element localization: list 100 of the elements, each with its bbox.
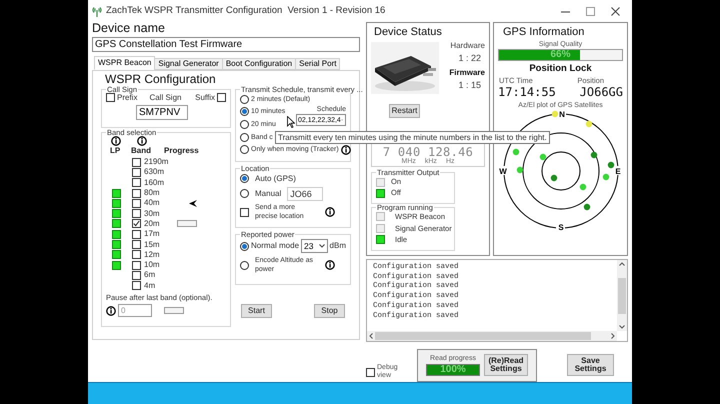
info-icon[interactable]	[137, 136, 147, 146]
band-label: 12m	[143, 250, 161, 259]
scroll-up-icon[interactable]	[619, 262, 625, 266]
band-label: 2190m	[143, 158, 170, 166]
band-checkbox[interactable]	[132, 240, 141, 250]
chevron-icon	[318, 244, 325, 248]
device-name-field[interactable]: GPS Constellation Test Firmware	[92, 36, 360, 52]
option-label: Auto (GPS)	[255, 174, 296, 182]
suffix-label: Suffix	[195, 94, 215, 102]
band-checkbox[interactable]	[132, 270, 141, 280]
band-label: 40m	[143, 199, 161, 208]
position-locator: JO66GG	[580, 86, 623, 98]
band-checkbox[interactable]	[132, 168, 141, 177]
prefix-label: Prefix	[117, 94, 138, 102]
compass-label: W	[498, 167, 506, 176]
scroll-right-icon[interactable]	[611, 333, 615, 339]
vertical-scrollbar[interactable]	[617, 260, 627, 331]
info-icon[interactable]	[111, 136, 121, 146]
band-checkbox[interactable]	[132, 260, 141, 270]
band-checkbox[interactable]	[132, 230, 141, 239]
panel-title: Device Status	[374, 27, 443, 38]
radio-button[interactable]	[240, 189, 249, 198]
radio-button[interactable]	[240, 120, 249, 129]
reread-settings-button[interactable]: (Re)Read Settings	[484, 354, 528, 376]
satellite-dot	[583, 204, 590, 210]
band-checkbox[interactable]	[132, 158, 141, 167]
restart-button[interactable]: Restart	[389, 104, 420, 118]
band-label: 10m	[143, 261, 161, 270]
option-label: Normal mode	[251, 242, 300, 250]
suffix-checkbox[interactable]	[217, 93, 226, 102]
hardware-label: Hardware	[450, 42, 485, 50]
satellite-dot	[516, 166, 523, 174]
hardware-version: 1 : 22	[458, 54, 481, 63]
column-header: Band	[130, 147, 152, 155]
panel-title: GPS Information	[503, 27, 584, 38]
utc-time: 17:14:55	[498, 86, 556, 98]
band-label: 160m	[143, 178, 166, 187]
radio-button[interactable]	[240, 145, 249, 154]
satellite-dot	[590, 152, 597, 158]
debug-view-checkbox[interactable]	[366, 368, 375, 376]
satellite-dot	[607, 162, 614, 168]
band-checkbox[interactable]	[132, 250, 141, 260]
radio-button[interactable]	[240, 132, 249, 142]
band-checkbox[interactable]	[132, 219, 141, 228]
satellite-dot	[579, 184, 586, 190]
tab[interactable]: WSPR Beacon	[94, 56, 156, 70]
band-label: 80m	[143, 189, 161, 198]
radio-button[interactable]	[240, 242, 249, 250]
band-label: 30m	[143, 210, 161, 218]
compass-label: S	[558, 223, 564, 232]
satellite-dot	[551, 110, 558, 118]
info-icon[interactable]	[106, 306, 116, 316]
band-checkbox[interactable]	[132, 209, 141, 218]
column-header: LP	[109, 147, 122, 155]
maximize-icon[interactable]	[586, 6, 595, 16]
precise-location-checkbox[interactable]	[240, 208, 249, 216]
call-sign-field[interactable]: SM7PNV	[136, 105, 188, 120]
tab[interactable]: Signal Generator	[154, 58, 223, 70]
position-lock-label: Position Lock	[529, 64, 592, 74]
horizontal-scrollbar[interactable]	[367, 331, 617, 341]
satellite-dot	[602, 174, 609, 180]
start-button[interactable]: Start	[241, 304, 272, 318]
radio-button[interactable]	[240, 174, 249, 183]
band-checkbox[interactable]	[132, 281, 141, 290]
tab[interactable]: Boot Configuration	[222, 58, 296, 70]
band-checkbox[interactable]	[132, 188, 141, 198]
signal-quality-reading: 66%	[549, 50, 572, 60]
satellite-dot	[550, 174, 557, 182]
band-label: 6m	[143, 271, 156, 280]
band-checkbox[interactable]	[132, 198, 141, 208]
prefix-checkbox[interactable]	[106, 93, 115, 102]
call-sign-label: Call Sign	[149, 94, 182, 102]
close-icon[interactable]	[611, 6, 620, 16]
firmware-label: Firmware	[449, 69, 485, 77]
save-settings-button[interactable]: Save Settings	[567, 354, 614, 376]
scroll-down-icon[interactable]	[619, 325, 625, 329]
window-title: ZachTek WSPR Transmitter Configuration Version 1 - Revision 16	[106, 4, 386, 18]
power-dropdown[interactable]: 23	[301, 239, 328, 253]
info-icon[interactable]	[340, 144, 351, 155]
compass-label: E	[614, 167, 620, 176]
band-label: 17m	[143, 230, 161, 238]
locator-field[interactable]: JO66	[287, 186, 324, 200]
frequency-reading: 7 040 128.46	[382, 146, 474, 158]
info-icon[interactable]	[325, 207, 335, 217]
tab[interactable]: Serial Port	[295, 58, 340, 70]
compass-label: N	[558, 110, 564, 119]
section-heading: WSPR Configuration	[105, 72, 217, 84]
info-icon[interactable]	[325, 260, 335, 270]
band-label: 4m	[143, 282, 156, 290]
band-checkbox[interactable]	[132, 178, 141, 188]
radio-button[interactable]	[240, 94, 249, 104]
radio-button[interactable]	[240, 260, 249, 270]
band-label: 15m	[143, 240, 161, 249]
column-header: Progress	[164, 147, 199, 155]
read-progress-reading: 100%	[439, 364, 467, 374]
scroll-left-icon[interactable]	[369, 333, 373, 339]
satellite-dot	[539, 154, 546, 160]
stop-button[interactable]: Stop	[314, 304, 345, 318]
radio-button[interactable]	[240, 107, 249, 116]
satellite-dot	[585, 120, 592, 128]
